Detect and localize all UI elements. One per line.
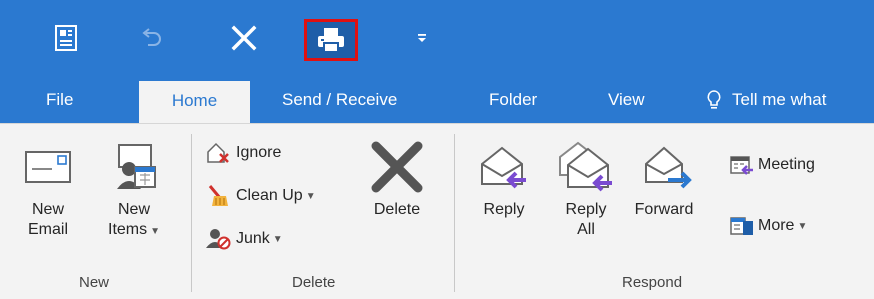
reply-button[interactable]: Reply [476, 134, 532, 220]
reply-label: Reply [483, 201, 525, 218]
print-button[interactable] [304, 19, 358, 61]
tab-folder[interactable]: Folder [489, 76, 537, 123]
ribbon-home: New Email New Items ▼ New Ignore Clean U… [0, 123, 874, 299]
new-email-icon [24, 134, 72, 200]
forward-icon [634, 134, 694, 200]
new-email-label-2: Email [27, 221, 68, 238]
dropdown-caret-icon: ▼ [305, 190, 316, 202]
ignore-icon [207, 142, 229, 163]
clean-up-label: Clean Up [236, 187, 303, 204]
reply-all-icon [556, 134, 616, 200]
dropdown-caret-icon: ▼ [150, 226, 161, 237]
tell-me-label: Tell me what [732, 90, 827, 109]
dropdown-caret-icon: ▼ [797, 220, 808, 232]
junk-label: Junk [236, 230, 270, 247]
ignore-label: Ignore [236, 144, 282, 161]
undo-icon [142, 28, 161, 46]
tab-home[interactable]: Home [139, 81, 250, 123]
junk-button[interactable]: Junk ▼ [206, 226, 283, 252]
delete-icon [370, 134, 424, 200]
meeting-label: Meeting [758, 156, 815, 173]
tab-file[interactable]: File [46, 76, 73, 123]
ribbon-tabs: File Home Send / Receive Folder View Tel… [0, 76, 874, 123]
meeting-button[interactable]: Meeting [730, 152, 815, 178]
more-label: More [758, 217, 795, 234]
delete-label: Delete [373, 201, 421, 218]
reply-all-label-1: Reply [565, 201, 607, 218]
dropdown-caret-icon: ▼ [272, 233, 283, 245]
undo-button[interactable] [132, 0, 172, 76]
new-items-button[interactable]: New Items ▼ [108, 134, 160, 242]
ignore-button[interactable]: Ignore [206, 140, 281, 166]
more-button[interactable]: More ▼ [730, 213, 807, 239]
group-divider [454, 134, 455, 292]
print-icon [318, 28, 344, 53]
group-divider [191, 134, 192, 292]
reply-all-label-2: All [577, 221, 595, 238]
save-icon [55, 25, 77, 51]
customize-qat-button[interactable] [410, 0, 434, 76]
new-email-button[interactable]: New Email [24, 134, 72, 240]
tab-view[interactable]: View [608, 76, 645, 123]
junk-icon [206, 229, 231, 250]
quick-access-toolbar [0, 0, 874, 76]
new-items-label-1: New [118, 201, 151, 218]
reply-icon [476, 134, 532, 200]
clean-up-button[interactable]: Clean Up ▼ [206, 183, 316, 209]
group-label-new: New [79, 274, 110, 291]
save-button[interactable] [46, 0, 86, 76]
delete-button[interactable]: Delete [370, 134, 424, 220]
close-icon [231, 25, 257, 51]
customize-icon [418, 34, 426, 42]
lightbulb-icon [707, 89, 721, 109]
tab-send-receive[interactable]: Send / Receive [282, 76, 397, 123]
group-label-respond: Respond [622, 274, 683, 291]
more-icon [730, 217, 753, 235]
close-button[interactable] [222, 0, 266, 76]
clean-up-icon [208, 185, 228, 206]
group-label-delete: Delete [292, 274, 336, 291]
forward-button[interactable]: Forward [634, 134, 694, 220]
reply-all-button[interactable]: Reply All [556, 134, 616, 240]
new-items-icon [111, 134, 157, 200]
forward-label: Forward [634, 201, 694, 218]
tell-me-box[interactable]: Tell me what [706, 76, 826, 123]
meeting-icon [730, 156, 753, 175]
new-items-label-2: Items [108, 221, 148, 238]
new-email-label-1: New [31, 201, 64, 218]
